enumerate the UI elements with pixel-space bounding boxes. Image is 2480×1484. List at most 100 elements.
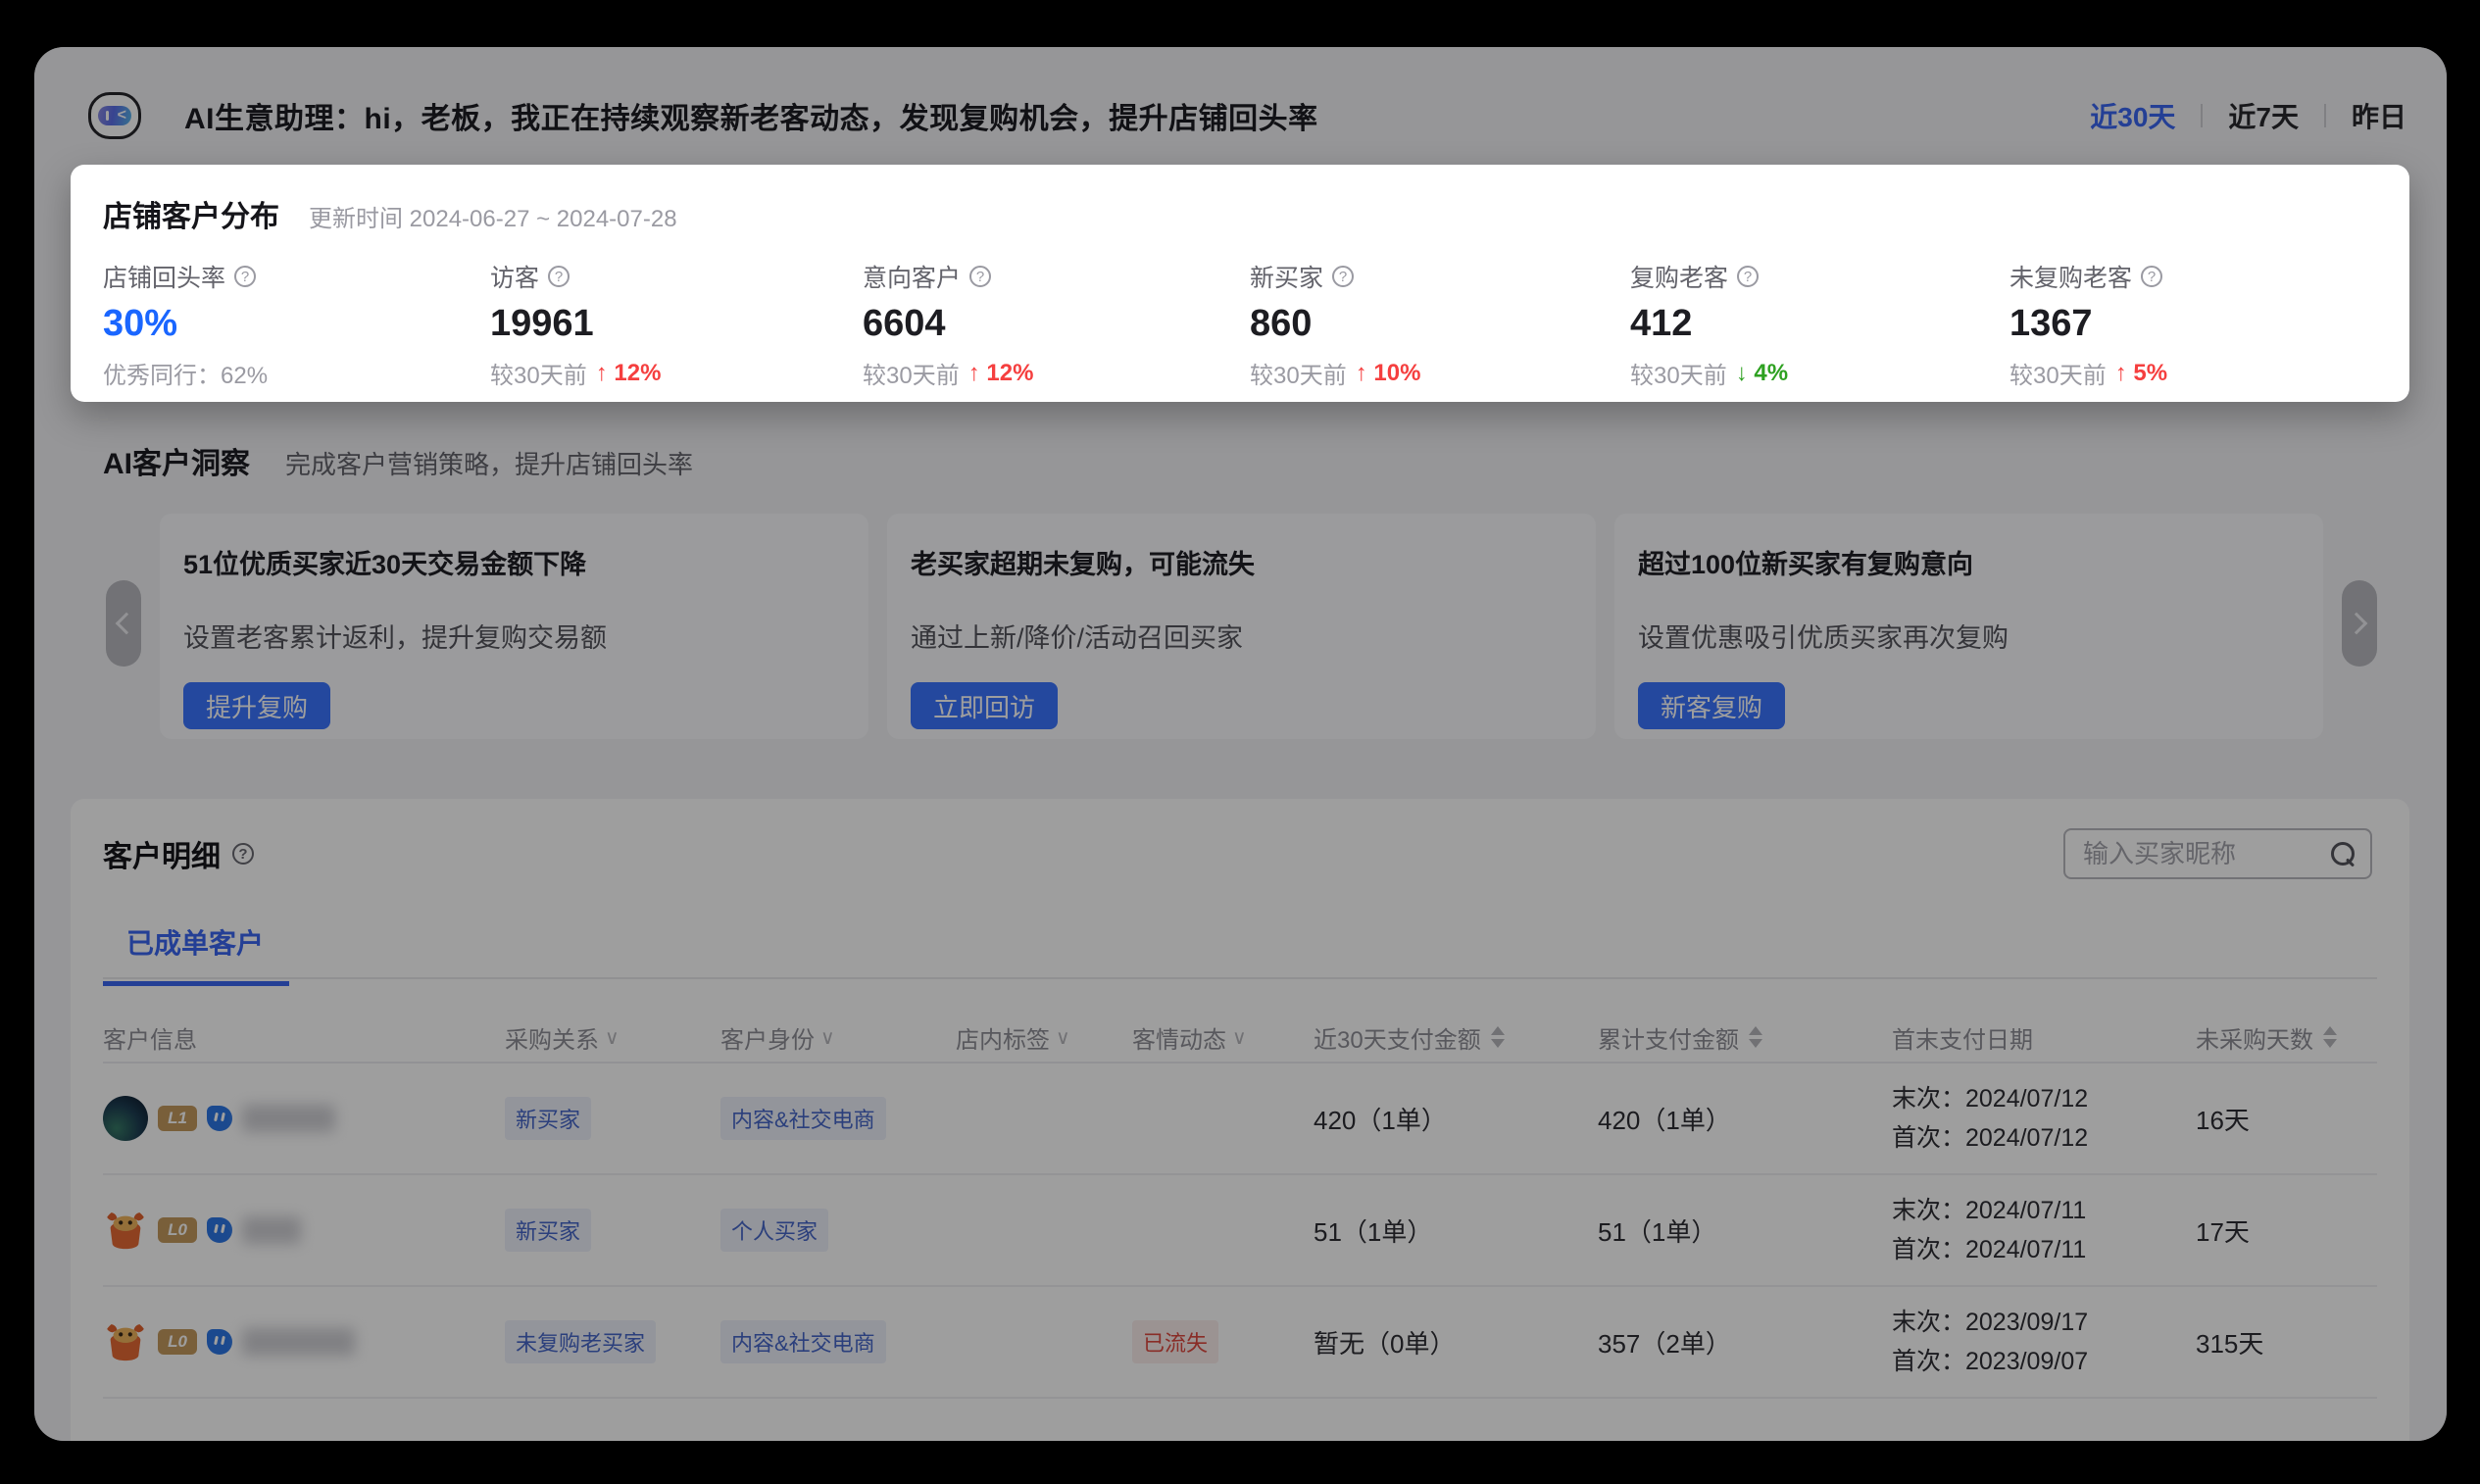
customer-distribution-card: 店铺客户分布 更新时间 2024-06-27 ~ 2024-07-28 店铺回头… [71, 165, 2409, 402]
last-pay-date: 末次：2024/07/11 [1892, 1191, 2196, 1230]
col-purchase-relation: 采购关系∨ [505, 1020, 720, 1055]
level-badge: L0 [158, 1217, 197, 1243]
metric-benchmark: 优秀同行：62% [103, 356, 268, 390]
insight-card-title: 51位优质买家近30天交易金额下降 [183, 543, 849, 581]
insight-card-title: 超过100位新买家有复购意向 [1638, 543, 2304, 581]
filter-chevron-icon[interactable]: ∨ [1232, 1025, 1247, 1050]
metric-value: 1367 [2009, 303, 2409, 345]
insight-card-desc: 设置老客累计返利，提升复购交易额 [183, 617, 849, 655]
new-customer-repurchase-button[interactable]: 新客复购 [1638, 682, 1785, 729]
wangwang-chat-icon[interactable] [207, 1106, 232, 1131]
follow-up-button[interactable]: 立即回访 [911, 682, 1058, 729]
pay-dates-cell: 末次：2023/09/17 首次：2023/09/07 [1892, 1303, 2196, 1381]
metric-value: 30% [103, 303, 490, 345]
screen: < AI生意助理：hi，老板，我正在持续观察新老客动态，发现复购机会，提升店铺回… [0, 0, 2480, 1484]
last-pay-date: 末次：2023/09/17 [1892, 1303, 2196, 1342]
relation-tag: 未复购老买家 [505, 1320, 656, 1363]
customer-avatar [103, 1096, 148, 1141]
pay-dates-cell: 末次：2024/07/12 首次：2024/07/12 [1892, 1079, 2196, 1158]
metric-label: 未复购老客 [2009, 259, 2132, 294]
tab-last-30-days[interactable]: 近30天 [2090, 96, 2175, 135]
filter-chevron-icon[interactable]: ∨ [1056, 1025, 1070, 1050]
filter-chevron-icon[interactable]: ∨ [820, 1025, 835, 1050]
help-icon[interactable]: ? [1737, 266, 1759, 287]
help-icon[interactable]: ? [969, 266, 991, 287]
metric-change: ↑ 10% [1356, 360, 1421, 387]
status-tag: 已流失 [1132, 1320, 1218, 1363]
last-pay-date: 末次：2024/07/12 [1892, 1079, 2196, 1118]
carousel-prev-button[interactable] [106, 580, 141, 667]
insight-card-churn-risk: 老买家超期未复购，可能流失 通过上新/降价/活动召回买家 立即回访 [887, 514, 1596, 739]
days-since-purchase: 315天 [2196, 1324, 2377, 1360]
metric-value: 860 [1250, 303, 1630, 345]
days-since-purchase: 16天 [2196, 1101, 2377, 1137]
pay-total-value: 51（1单） [1598, 1212, 1892, 1249]
sort-icon[interactable] [1749, 1026, 1762, 1048]
carousel-next-button[interactable] [2342, 580, 2377, 667]
insights-title: AI客户洞察 [103, 439, 250, 482]
filter-chevron-icon[interactable]: ∨ [605, 1025, 620, 1050]
col-first-last-pay-date: 首末支付日期 [1892, 1020, 2196, 1055]
insights-carousel: 51位优质买家近30天交易金额下降 设置老客累计返利，提升复购交易额 提升复购 … [103, 514, 2378, 739]
help-icon[interactable]: ? [232, 843, 254, 865]
col-pay-total: 累计支付金额 [1598, 1020, 1892, 1055]
customer-info-cell: L0 [103, 1208, 505, 1253]
sort-icon[interactable] [2323, 1026, 2337, 1048]
insight-card-quality-buyers: 51位优质买家近30天交易金额下降 设置老客累计返利，提升复购交易额 提升复购 [160, 514, 868, 739]
first-pay-date: 首次：2024/07/11 [1892, 1230, 2196, 1269]
level-badge: L1 [158, 1106, 197, 1131]
identity-tag: 内容&社交电商 [720, 1097, 886, 1140]
col-pay-30d: 近30天支付金额 [1314, 1020, 1598, 1055]
customer-avatar [103, 1319, 148, 1364]
metric-change: ↓ 4% [1736, 360, 1788, 387]
customer-name-blurred [242, 1328, 355, 1356]
boost-repurchase-button[interactable]: 提升复购 [183, 682, 330, 729]
metric-value: 19961 [490, 303, 863, 345]
tab-last-7-days[interactable]: 近7天 [2228, 96, 2299, 135]
tab-yesterday[interactable]: 昨日 [2352, 96, 2406, 135]
metric-change: ↑ 12% [596, 360, 662, 387]
metric-label: 新买家 [1250, 259, 1323, 294]
col-customer-identity: 客户身份∨ [720, 1020, 956, 1055]
metric-change: ↑ 5% [2115, 360, 2167, 387]
tab-ordered-customers[interactable]: 已成单客户 [103, 922, 289, 986]
buyer-search-input[interactable] [2081, 838, 2331, 870]
insight-card-desc: 设置优惠吸引优质买家再次复购 [1638, 617, 2304, 655]
metric-new-buyers: 新买家 ? 860 较30天前 ↑ 10% [1250, 259, 1630, 390]
customer-name-blurred [242, 1105, 335, 1132]
metric-label: 店铺回头率 [103, 259, 225, 294]
help-icon[interactable]: ? [1332, 266, 1354, 287]
metric-visitors: 访客 ? 19961 较30天前 ↑ 12% [490, 259, 863, 390]
pay-dates-cell: 末次：2024/07/11 首次：2024/07/11 [1892, 1191, 2196, 1269]
table-row: L0 新买家 个人买家 51（1单） 51（1单） 末次：2024/07/11 … [103, 1175, 2377, 1287]
search-icon[interactable] [2331, 842, 2355, 866]
wangwang-chat-icon[interactable] [207, 1329, 232, 1355]
col-customer-info: 客户信息 [103, 1020, 505, 1055]
metric-value: 412 [1630, 303, 2009, 345]
pay-30d-value: 暂无（0单） [1314, 1324, 1598, 1360]
metric-label: 访客 [490, 259, 539, 294]
days-since-purchase: 17天 [2196, 1212, 2377, 1249]
ai-assistant-robot-icon: < [88, 92, 141, 139]
main-panel: < AI生意助理：hi，老板，我正在持续观察新老客动态，发现复购机会，提升店铺回… [34, 47, 2447, 1441]
pay-total-value: 420（1单） [1598, 1101, 1892, 1137]
sort-icon[interactable] [1491, 1026, 1505, 1048]
table-header: 客户信息 采购关系∨ 客户身份∨ 店内标签∨ 客情动态∨ 近30天支付金额 累计… [103, 1013, 2377, 1064]
tab-divider [2324, 104, 2326, 127]
wangwang-chat-icon[interactable] [207, 1217, 232, 1243]
help-icon[interactable]: ? [548, 266, 570, 287]
customer-info-cell: L1 [103, 1096, 505, 1141]
metric-compare-label: 较30天前 [2009, 356, 2107, 390]
customer-info-cell: L0 [103, 1319, 505, 1364]
customer-avatar [103, 1208, 148, 1253]
buyer-search-box [2063, 828, 2372, 879]
metric-compare-label: 较30天前 [490, 356, 587, 390]
metric-label: 意向客户 [863, 259, 961, 294]
help-icon[interactable]: ? [234, 266, 256, 287]
first-pay-date: 首次：2023/09/07 [1892, 1342, 2196, 1381]
help-icon[interactable]: ? [2141, 266, 2162, 287]
assistant-header: < AI生意助理：hi，老板，我正在持续观察新老客动态，发现复购机会，提升店铺回… [88, 76, 2406, 155]
metric-intent-customers: 意向客户 ? 6604 较30天前 ↑ 12% [863, 259, 1250, 390]
identity-tag: 个人买家 [720, 1209, 828, 1252]
distribution-title: 店铺客户分布 [103, 192, 279, 235]
